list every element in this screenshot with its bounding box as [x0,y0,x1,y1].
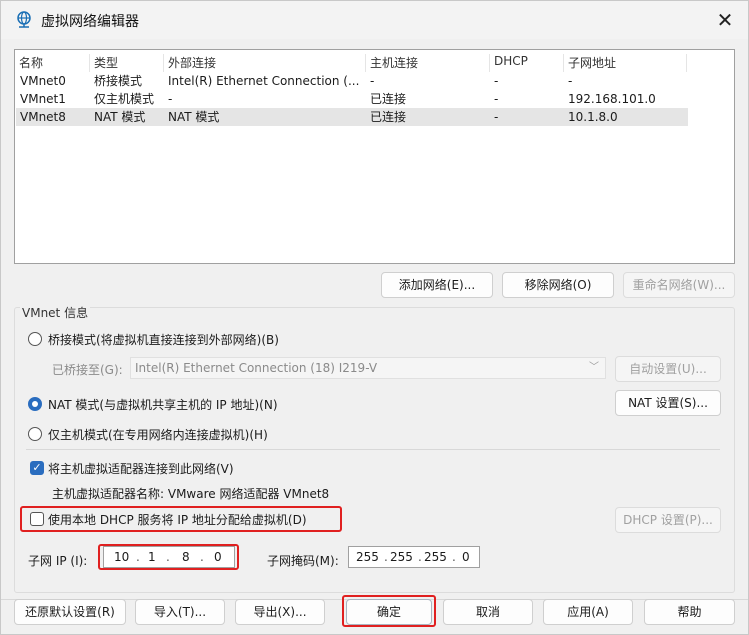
column-header-host[interactable]: 主机连接 [366,54,490,72]
cell-name: VMnet0 [20,74,66,88]
column-header-external[interactable]: 外部连接 [164,54,366,72]
auto-settings-button[interactable]: 自动设置(U)... [615,356,721,382]
cell-type: 仅主机模式 [94,92,155,106]
globe-network-icon [17,11,31,28]
dhcp-settings-button[interactable]: DHCP 设置(P)... [615,507,721,533]
mask-dot: . [418,550,422,564]
column-header-name[interactable]: 名称 [15,54,90,72]
title-bar: 虚拟网络编辑器 ✕ [1,1,748,39]
table-row[interactable]: VMnet1 仅主机模式 - 已连接 - 192.168.101.0 [16,90,688,108]
remove-network-button[interactable]: 移除网络(O) [502,272,614,298]
cell-type: NAT 模式 [94,110,146,124]
nat-mode-label[interactable]: NAT 模式(与虚拟机共享主机的 IP 地址)(N) [48,396,278,413]
rename-network-button[interactable]: 重命名网络(W)... [623,272,735,298]
table-row-selected[interactable]: VMnet8 NAT 模式 NAT 模式 已连接 - 10.1.8.0 [16,108,688,126]
import-button[interactable]: 导入(T)... [135,599,225,625]
cell-dhcp: - [494,110,499,124]
mask-octet-2: 255 [390,550,413,564]
connect-adapter-label[interactable]: 将主机虚拟适配器连接到此网络(V) [48,460,234,477]
mask-dot: . [384,550,388,564]
ip-octet-1: 10 [114,550,130,564]
cell-host: 已连接 [370,92,407,106]
apply-button[interactable]: 应用(A) [543,599,633,625]
ip-dot: . [200,550,204,564]
virtual-network-editor-window: 虚拟网络编辑器 ✕ 名称 类型 外部连接 主机连接 DHCP 子网地址 VMne… [0,0,749,635]
subnet-mask-label: 子网掩码(M): [267,554,339,568]
dhcp-label[interactable]: 使用本地 DHCP 服务将 IP 地址分配给虚拟机(D) [48,511,307,528]
cell-subnet: 192.168.101.0 [568,92,656,106]
cell-type: 桥接模式 [94,74,143,88]
close-button[interactable]: ✕ [708,5,742,35]
bridged-to-value: Intel(R) Ethernet Connection (18) I219-V [135,361,378,375]
ip-dot: . [166,550,170,564]
mask-octet-4: 0 [462,550,470,564]
ip-octet-4: 0 [214,550,222,564]
column-header-dhcp[interactable]: DHCP [490,54,564,72]
cell-host: - [370,74,375,88]
help-button[interactable]: 帮助 [644,599,735,625]
dhcp-checkbox[interactable] [30,512,44,526]
cell-external: NAT 模式 [168,110,220,124]
nat-settings-button[interactable]: NAT 设置(S)... [615,390,721,416]
add-network-button[interactable]: 添加网络(E)... [381,272,493,298]
cell-external: - [168,92,173,106]
table-row[interactable]: VMnet0 桥接模式 Intel(R) Ethernet Connection… [16,72,688,90]
bridged-to-select[interactable]: Intel(R) Ethernet Connection (18) I219-V… [130,357,606,379]
cell-host: 已连接 [370,110,407,124]
subnet-mask-field[interactable]: 255 . 255 . 255 . 0 [348,546,480,568]
ip-octet-3: 8 [182,550,190,564]
cell-dhcp: - [494,74,499,88]
restore-defaults-button[interactable]: 还原默认设置(R) [14,599,126,625]
network-list[interactable]: 名称 类型 外部连接 主机连接 DHCP 子网地址 VMnet0 桥接模式 In… [14,49,735,264]
export-button[interactable]: 导出(X)... [235,599,325,625]
ip-octet-2: 1 [148,550,156,564]
cell-subnet: - [568,74,573,88]
bridge-mode-label[interactable]: 桥接模式(将虚拟机直接连接到外部网络)(B) [48,331,279,348]
cell-dhcp: - [494,92,499,106]
subnet-ip-field[interactable]: 10 . 1 . 8 . 0 [103,546,235,568]
cell-subnet: 10.1.8.0 [568,110,618,124]
nat-mode-radio[interactable] [28,397,42,411]
cell-external: Intel(R) Ethernet Connection (... [168,74,360,88]
vmnet-info-label: VMnet 信息 [20,304,91,321]
column-header-subnet[interactable]: 子网地址 [564,54,687,72]
connect-adapter-checkbox[interactable]: ✓ [30,461,44,475]
window-title: 虚拟网络编辑器 [41,14,139,30]
ip-dot: . [136,550,140,564]
divider [26,449,720,450]
mask-dot: . [452,550,456,564]
ok-button[interactable]: 确定 [346,599,432,625]
bridge-mode-radio[interactable] [28,332,42,346]
cell-name: VMnet1 [20,92,66,106]
host-only-label[interactable]: 仅主机模式(在专用网络内连接虚拟机)(H) [48,426,268,443]
mask-octet-3: 255 [424,550,447,564]
chevron-down-icon: ﹀ [589,362,599,373]
host-only-radio[interactable] [28,427,42,441]
column-header-type[interactable]: 类型 [90,54,164,72]
mask-octet-1: 255 [356,550,379,564]
bridged-to-label: 已桥接至(G): [52,363,123,377]
cell-name: VMnet8 [20,110,66,124]
cancel-button[interactable]: 取消 [443,599,533,625]
adapter-name-label: 主机虚拟适配器名称: VMware 网络适配器 VMnet8 [52,487,330,501]
subnet-ip-label: 子网 IP (I): [28,554,88,568]
